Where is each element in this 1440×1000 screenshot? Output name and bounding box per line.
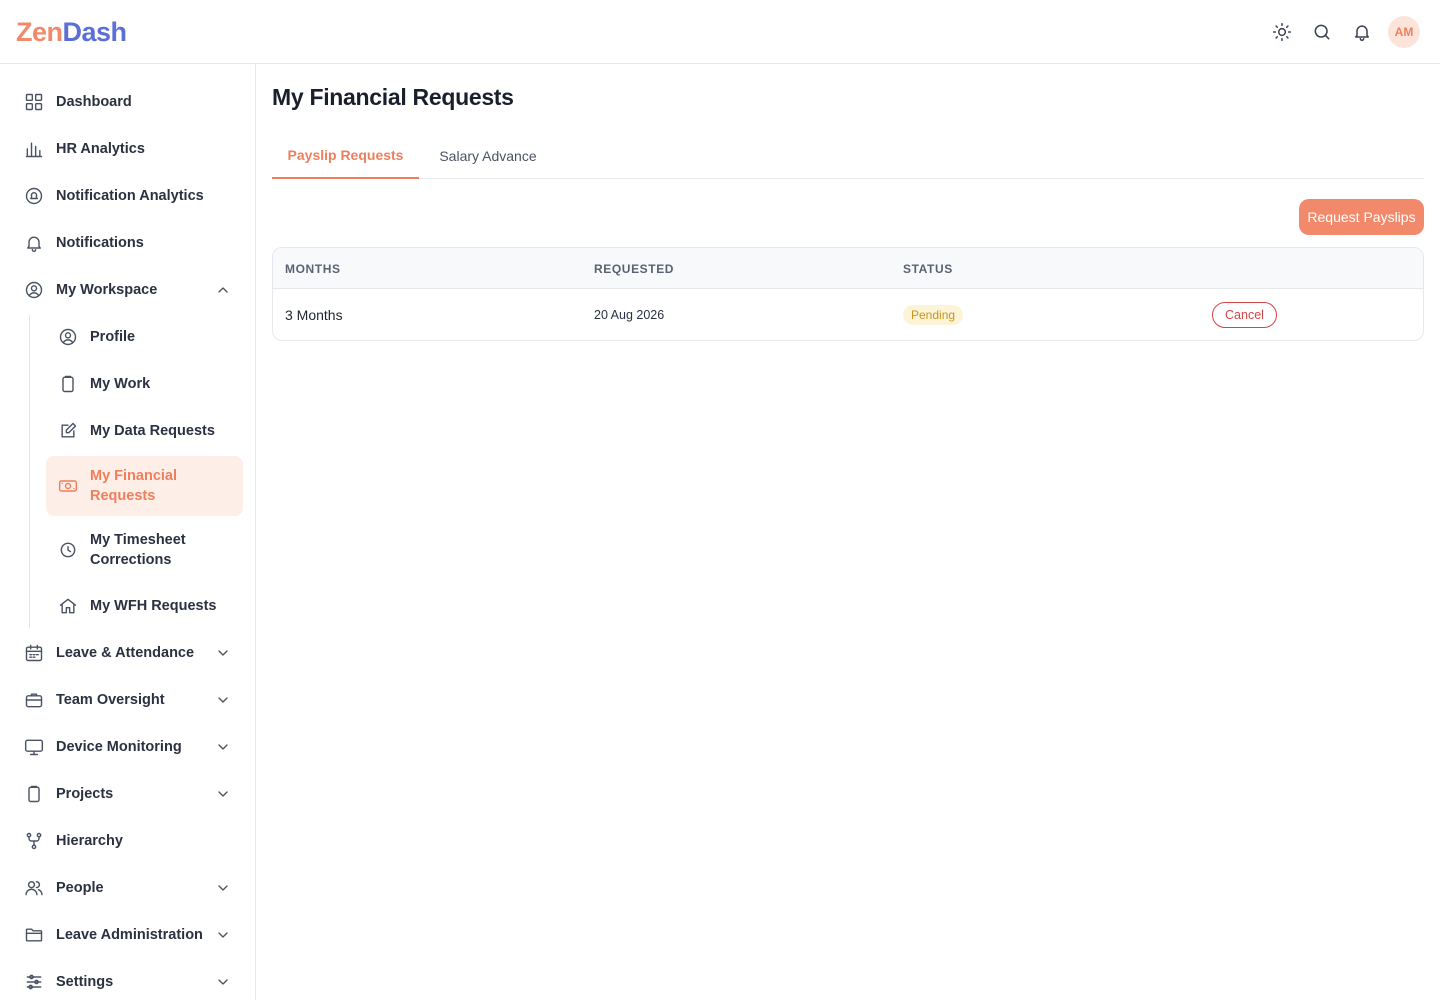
sidebar-item-label: Device Monitoring [56, 739, 182, 755]
sidebar-item-label: My Workspace [56, 282, 158, 298]
main-content: My Financial Requests Payslip Requests S… [256, 64, 1440, 1000]
status-badge: Pending [903, 304, 964, 325]
clipboard-icon [24, 784, 44, 804]
sidebar-item-hierarchy[interactable]: Hierarchy [12, 821, 243, 861]
calendar-icon [24, 643, 44, 663]
chevron-down-icon[interactable] [215, 739, 231, 755]
bell-icon [1355, 25, 1369, 42]
cell-status: Pending [903, 289, 964, 340]
cell-months: 3 Months [285, 306, 343, 323]
fork-icon [24, 831, 44, 851]
sidebar-item-label: Team Oversight [56, 692, 165, 708]
logo-part-dash: Dash [62, 16, 128, 47]
tab-bar: Payslip Requests Salary Advance [272, 132, 1424, 179]
chevron-down-icon[interactable] [215, 692, 231, 708]
sidebar-item-notifications[interactable]: Notifications [12, 223, 243, 263]
chevron-down-icon[interactable] [215, 974, 231, 990]
clock-icon [58, 540, 78, 560]
column-header-status: STATUS [903, 261, 953, 276]
sidebar-item-dashboard[interactable]: Dashboard [12, 82, 243, 122]
chevron-down-icon[interactable] [215, 786, 231, 802]
sidebar-item-projects[interactable]: Projects [12, 774, 243, 814]
sidebar-item-label: My Data Requests [90, 423, 215, 439]
chevron-up-icon[interactable] [215, 282, 231, 298]
column-header-requested: REQUESTED [594, 261, 675, 276]
sidebar-item-label: Dashboard [56, 94, 132, 110]
table-header: MONTHS REQUESTED STATUS [273, 248, 1423, 289]
sidebar-item-device-monitoring[interactable]: Device Monitoring [12, 727, 243, 767]
sidebar-item-leave-administration[interactable]: Leave Administration [12, 915, 243, 955]
sidebar-item-hr-analytics[interactable]: HR Analytics [12, 129, 243, 169]
notifications-button[interactable] [1346, 16, 1378, 48]
user-circle-icon [24, 280, 44, 300]
sidebar-item-label: Projects [56, 786, 114, 802]
sidebar-item-my-timesheet-corrections[interactable]: My Timesheet Corrections [46, 520, 243, 580]
sidebar-item-profile[interactable]: Profile [46, 317, 243, 357]
search-button[interactable] [1306, 16, 1338, 48]
sidebar-item-label: Notification Analytics [56, 188, 204, 204]
sidebar-item-label: My Timesheet Corrections [90, 532, 186, 568]
cancel-request-button[interactable]: Cancel [1212, 301, 1277, 328]
sidebar-item-my-wfh-requests[interactable]: My WFH Requests [46, 586, 243, 626]
sidebar-item-my-data-requests[interactable]: My Data Requests [46, 411, 243, 451]
cell-action: Cancel [1212, 289, 1277, 340]
sidebar-item-leave-attendance[interactable]: Leave & Attendance [12, 633, 243, 673]
sidebar-item-label: Leave Administration [56, 927, 203, 943]
bar-chart-icon [24, 139, 44, 159]
sidebar-item-settings[interactable]: Settings [12, 962, 243, 1000]
user-avatar[interactable]: AM [1388, 16, 1420, 48]
clipboard-icon [58, 374, 78, 394]
top-actions: AM [1266, 16, 1420, 48]
sidebar-item-label: HR Analytics [56, 141, 145, 157]
home-icon [58, 596, 78, 616]
sidebar-item-label: Settings [56, 974, 114, 990]
submenu-guide-line [29, 315, 30, 628]
sidebar-item-my-financial-requests[interactable]: My Financial Requests [46, 456, 243, 516]
sliders-icon [24, 972, 44, 992]
top-bar: Zen Dash AM [0, 0, 1440, 64]
logo-part-zen: Zen [16, 16, 63, 47]
tab-payslip-requests[interactable]: Payslip Requests [272, 132, 419, 179]
sidebar-item-label: Profile [90, 329, 136, 345]
user-circle-icon [58, 327, 78, 347]
briefcase-icon [24, 690, 44, 710]
sidebar: Dashboard HR Analytics Notification Anal… [0, 64, 256, 1000]
sidebar-item-my-workspace[interactable]: My Workspace [12, 270, 243, 310]
cell-requested-date: 20 Aug 2026 [594, 307, 665, 322]
page-title: My Financial Requests [272, 84, 514, 110]
sidebar-item-label: My Financial Requests [90, 468, 178, 504]
sidebar-item-label: My Work [90, 376, 151, 392]
search-icon [1314, 24, 1330, 40]
payslip-requests-table: MONTHS REQUESTED STATUS 3 Months 20 Aug … [272, 247, 1424, 341]
sidebar-item-notification-analytics[interactable]: Notification Analytics [12, 176, 243, 216]
bell-circle-icon [24, 186, 44, 206]
sidebar-item-my-work[interactable]: My Work [46, 364, 243, 404]
request-payslips-button[interactable]: Request Payslips [1299, 199, 1424, 235]
column-header-months: MONTHS [285, 261, 341, 276]
sidebar-item-team-oversight[interactable]: Team Oversight [12, 680, 243, 720]
sidebar-item-label: Leave & Attendance [56, 645, 195, 661]
theme-toggle-button[interactable] [1266, 16, 1298, 48]
chevron-down-icon[interactable] [215, 880, 231, 896]
tab-salary-advance[interactable]: Salary Advance [429, 132, 547, 179]
users-icon [24, 878, 44, 898]
monitor-icon [24, 737, 44, 757]
cash-icon [58, 476, 78, 496]
chevron-down-icon[interactable] [215, 927, 231, 943]
sidebar-item-label: My WFH Requests [90, 598, 217, 614]
sidebar-item-label: Hierarchy [56, 833, 123, 849]
bell-icon [24, 233, 44, 253]
sidebar-item-label: Notifications [56, 235, 144, 251]
edit-icon [58, 421, 78, 441]
table-row: 3 Months 20 Aug 2026 Pending Cancel [273, 289, 1423, 340]
sun-icon [1272, 22, 1292, 42]
sidebar-item-label: People [56, 880, 104, 896]
grid-icon [24, 92, 44, 112]
chevron-down-icon[interactable] [215, 645, 231, 661]
app-logo[interactable]: Zen Dash [16, 16, 127, 48]
sidebar-item-people[interactable]: People [12, 868, 243, 908]
folder-icon [24, 925, 44, 945]
